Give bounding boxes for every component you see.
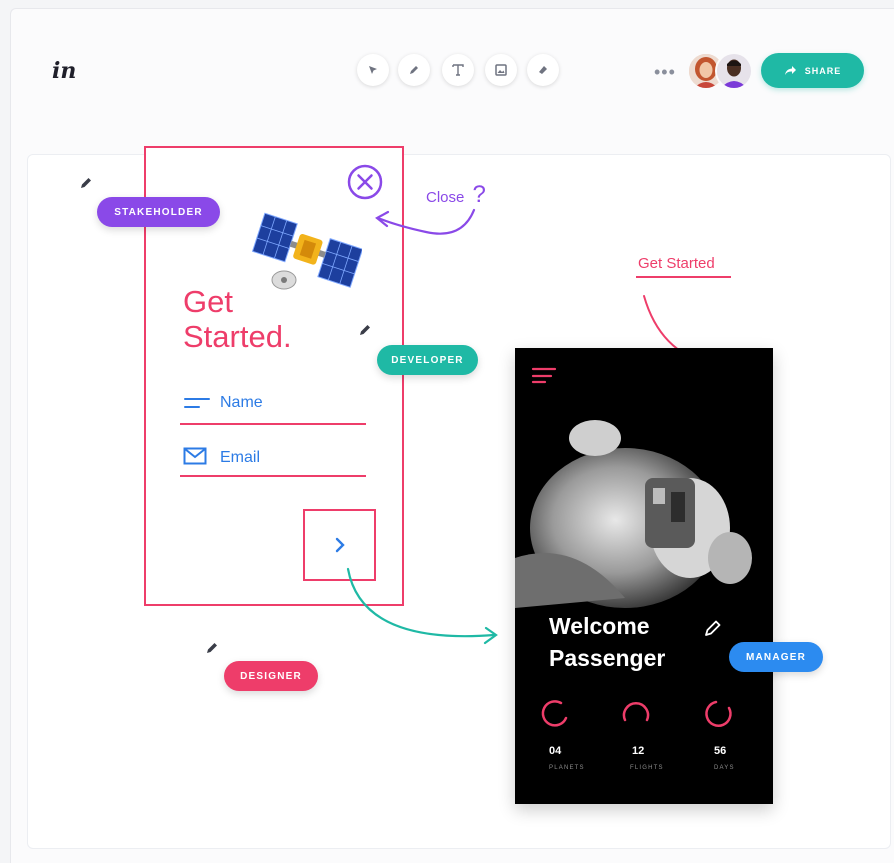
email-field-label: Email [220, 449, 261, 466]
name-field-label: Name [220, 394, 263, 411]
pencil-icon[interactable] [79, 176, 93, 190]
heading-line-1: Get [183, 284, 233, 319]
welcome-screen[interactable]: Welcome Passenger 04 PLANETS 12 FLIGHTS … [515, 348, 773, 804]
eraser-tool-button[interactable] [527, 54, 559, 86]
flow-arrow [346, 567, 498, 645]
pen-tool-button[interactable] [398, 54, 430, 86]
eraser-icon [539, 66, 547, 74]
pencil-icon[interactable] [358, 323, 372, 337]
avatar-man-image [717, 54, 751, 88]
pencil-icon[interactable] [205, 641, 219, 655]
days-value: 56 [714, 745, 727, 757]
pointer-icon [369, 66, 377, 74]
stakeholder-tag[interactable]: STAKEHOLDER [97, 197, 220, 227]
share-arrow-icon [784, 66, 796, 75]
close-circle-icon[interactable] [346, 163, 384, 201]
flights-label: FLIGHTS [630, 765, 664, 771]
planets-progress-ring [541, 700, 568, 727]
email-field-input[interactable] [180, 475, 366, 477]
edit-icon[interactable] [703, 618, 723, 638]
designer-tag[interactable]: DESIGNER [224, 661, 318, 691]
welcome-line-1: Welcome [549, 613, 650, 639]
pointer-tool-button[interactable] [357, 54, 389, 86]
flights-progress-ring [622, 702, 650, 722]
share-button[interactable]: SHARE [761, 53, 864, 88]
share-label: SHARE [804, 65, 842, 76]
close-arrow [375, 208, 476, 235]
pen-icon [410, 66, 418, 74]
manager-tag[interactable]: MANAGER [729, 642, 823, 672]
more-options-button[interactable]: ••• [654, 62, 676, 83]
days-progress-ring [705, 700, 732, 727]
get-started-underline [636, 276, 731, 278]
email-field-icon [183, 447, 207, 465]
avatar-man[interactable] [715, 52, 753, 90]
get-started-heading: Get Started. [183, 284, 292, 354]
name-field-input[interactable] [180, 423, 366, 425]
welcome-heading: Welcome Passenger [549, 610, 665, 674]
heading-line-2: Started. [183, 319, 292, 354]
planets-value: 04 [549, 745, 562, 757]
text-icon [452, 64, 464, 76]
planets-label: PLANETS [549, 765, 585, 771]
flights-value: 12 [632, 745, 645, 757]
days-label: DAYS [714, 765, 735, 771]
welcome-line-2: Passenger [549, 645, 666, 671]
chevron-right-icon [335, 537, 345, 553]
hamburger-menu-icon[interactable] [531, 366, 557, 384]
invision-logo[interactable]: in [52, 58, 76, 84]
developer-tag[interactable]: DEVELOPER [377, 345, 478, 375]
image-tool-button[interactable] [485, 54, 517, 86]
get-started-annotation: Get Started [638, 255, 715, 272]
name-field-icon [184, 398, 210, 408]
text-tool-button[interactable] [442, 54, 474, 86]
image-icon [495, 64, 507, 76]
astronaut-photo [515, 420, 752, 608]
